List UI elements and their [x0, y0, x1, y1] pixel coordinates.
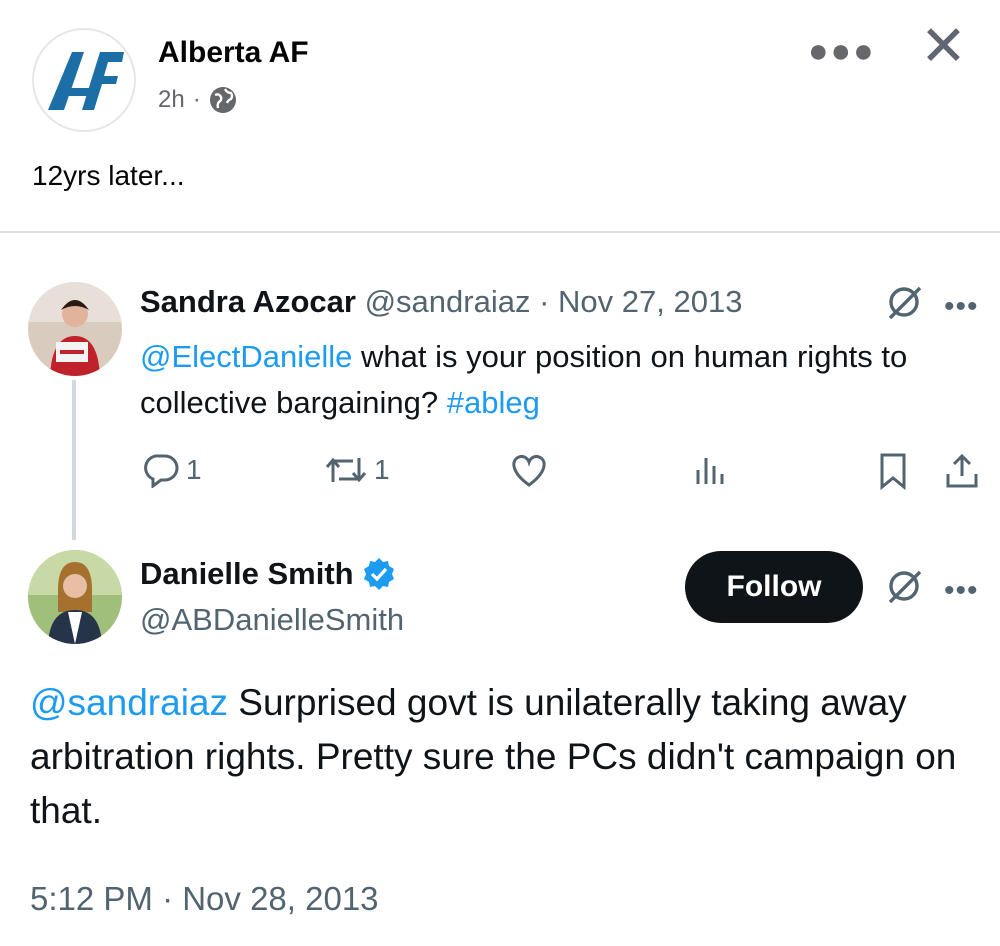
tweet2-handle[interactable]: @ABDanielleSmith	[140, 602, 404, 638]
globe-icon	[209, 87, 236, 113]
alberta-af-logo	[48, 52, 124, 110]
retweet-count: 1	[374, 454, 390, 485]
tweet1-header: Sandra Azocar @sandraiaz · Nov 27, 2013	[140, 284, 742, 320]
close-icon[interactable]: ✕	[920, 18, 967, 74]
views-icon	[696, 458, 724, 484]
tweet1-text: @ElectDanielle what is your position on …	[140, 334, 990, 426]
tweet2-text: @sandraiaz Surprised govt is unilaterall…	[30, 676, 990, 838]
page-name[interactable]: Alberta AF	[158, 36, 309, 70]
tweet2-mention[interactable]: @sandraiaz	[30, 682, 228, 723]
tweet1-mention[interactable]: @ElectDanielle	[140, 339, 352, 374]
tweet1-hashtag[interactable]: #ableg	[447, 385, 540, 420]
views-action[interactable]	[693, 452, 727, 488]
tweet1-more-icon[interactable]: •••	[944, 290, 979, 324]
tweet2-author-name[interactable]: Danielle Smith	[140, 556, 354, 592]
divider	[0, 231, 1000, 233]
retweet-action[interactable]: 1	[324, 452, 390, 488]
retweet-icon	[325, 457, 367, 483]
avatar-danielle[interactable]	[28, 550, 122, 644]
share-action[interactable]	[944, 452, 980, 490]
avatar-sandra[interactable]	[28, 282, 122, 376]
share-icon	[946, 453, 978, 488]
follow-button[interactable]: Follow	[685, 551, 863, 623]
avatar-photo	[28, 550, 122, 644]
verified-badge-icon	[363, 558, 394, 590]
thread-line	[72, 380, 76, 540]
meta-separator: ·	[192, 86, 201, 113]
grok-icon[interactable]	[884, 282, 924, 331]
tweet1-date[interactable]: Nov 27, 2013	[558, 284, 742, 319]
avatar-photo	[28, 282, 122, 376]
bookmark-action[interactable]	[876, 452, 910, 490]
tweet2-author: Danielle Smith	[140, 556, 396, 592]
post-time[interactable]: 2h	[158, 86, 185, 114]
tweet2-more-icon[interactable]: •••	[944, 574, 979, 608]
reply-action[interactable]: 1	[144, 452, 202, 488]
bookmark-icon	[880, 453, 906, 490]
reply-count: 1	[186, 454, 202, 485]
heart-icon	[512, 455, 546, 487]
post-meta: 2h ·	[158, 86, 237, 114]
like-action[interactable]	[509, 452, 549, 488]
more-options-icon[interactable]: ●●●	[808, 32, 876, 71]
tweet1-separator: ·	[539, 284, 550, 319]
grok-icon[interactable]	[884, 566, 924, 615]
tweet1-handle[interactable]: @sandraiaz	[365, 284, 531, 319]
post-caption: 12yrs later...	[32, 160, 185, 191]
tweet1-author-name[interactable]: Sandra Azocar	[140, 284, 356, 319]
tweet2-timestamp[interactable]: 5:12 PM · Nov 28, 2013	[30, 880, 379, 918]
reply-icon	[144, 454, 179, 488]
page-avatar[interactable]	[32, 28, 136, 132]
